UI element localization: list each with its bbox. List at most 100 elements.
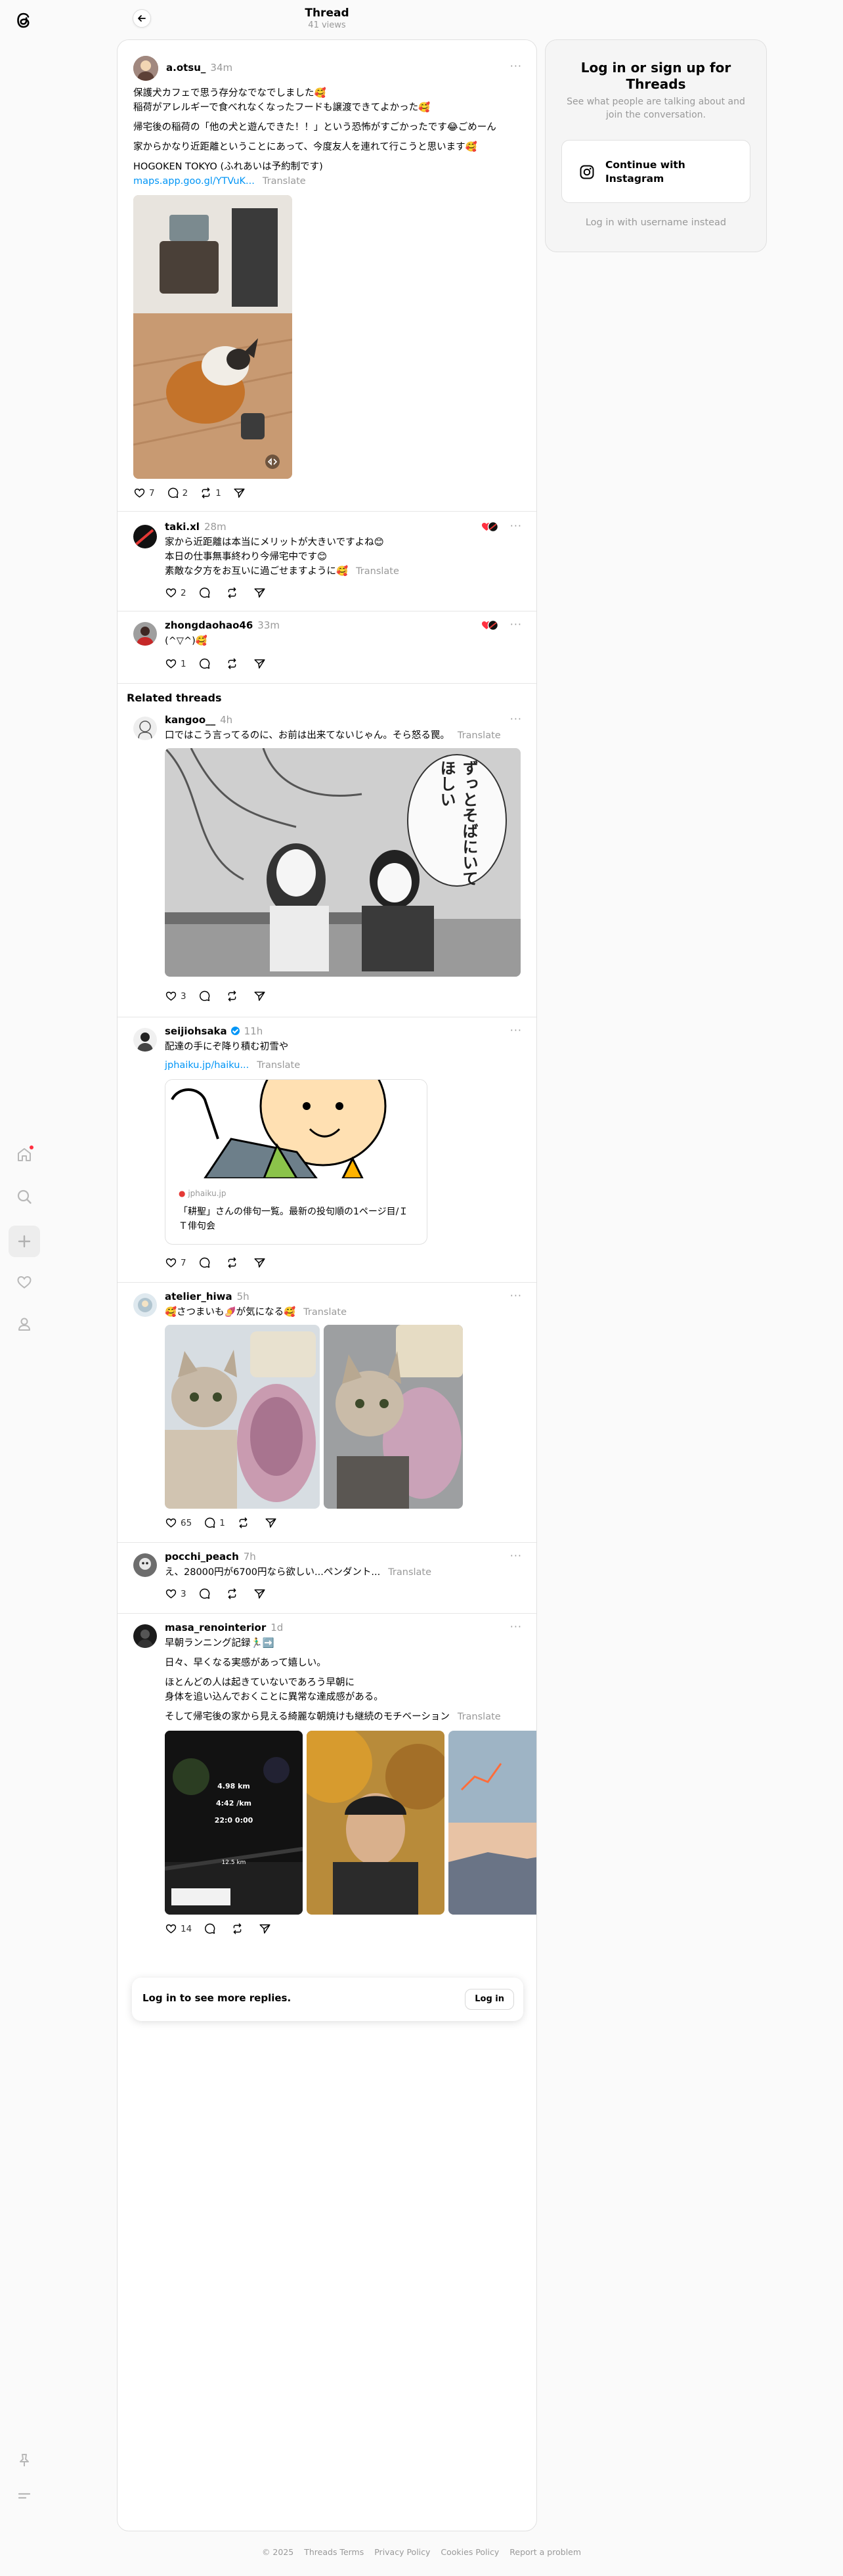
- post-author[interactable]: masa_renointerior 1d: [165, 1622, 283, 1633]
- reply-button[interactable]: [198, 587, 214, 599]
- post-author[interactable]: seijiohsaka 11h: [165, 1025, 263, 1037]
- reply-button[interactable]: [204, 1922, 219, 1935]
- send-icon: [254, 1258, 265, 1268]
- like-button[interactable]: 65: [165, 1517, 192, 1529]
- repost-button[interactable]: 1: [200, 487, 221, 499]
- nav-activity[interactable]: [9, 1266, 40, 1298]
- more-options-icon[interactable]: ···: [510, 520, 522, 532]
- username[interactable]: seijiohsaka: [165, 1025, 227, 1037]
- avatar[interactable]: [133, 622, 157, 646]
- username[interactable]: kangoo__: [165, 714, 215, 726]
- like-button[interactable]: 7: [165, 1256, 186, 1269]
- post-author[interactable]: zhongdaohao46 33m: [165, 619, 280, 631]
- more-options-icon[interactable]: ···: [510, 713, 522, 725]
- comment-icon: [205, 1517, 215, 1528]
- reply-button[interactable]: [198, 1256, 214, 1269]
- username[interactable]: masa_renointerior: [165, 1622, 266, 1633]
- more-options-icon[interactable]: ···: [510, 1549, 522, 1562]
- translate-link[interactable]: Translate: [458, 730, 501, 741]
- avatar[interactable]: [133, 717, 157, 740]
- footer-cookies-link[interactable]: Cookies Policy: [441, 2547, 499, 2557]
- post-author[interactable]: taki.xl 28m: [165, 521, 227, 533]
- avatar[interactable]: [133, 1293, 157, 1317]
- reply-button[interactable]: [198, 657, 214, 670]
- translate-link[interactable]: Translate: [263, 176, 306, 187]
- share-button[interactable]: [265, 1517, 280, 1529]
- heart-icon: [165, 991, 177, 1001]
- reply-button[interactable]: 2: [167, 487, 188, 499]
- login-with-username-link[interactable]: Log in with username instead: [546, 217, 766, 228]
- translate-link[interactable]: Translate: [458, 1712, 501, 1722]
- nav-profile[interactable]: [9, 1308, 40, 1340]
- reply-button[interactable]: [198, 1588, 214, 1600]
- post-photo-run-stats[interactable]: 4.98 km 4:42 /km 22:0 0:00 12.5 km: [165, 1731, 303, 1915]
- nav-pin[interactable]: [9, 2445, 40, 2476]
- share-button[interactable]: [259, 1922, 274, 1935]
- footer-report-link[interactable]: Report a problem: [509, 2547, 581, 2557]
- nav-home[interactable]: [9, 1139, 40, 1170]
- avatar[interactable]: [133, 525, 157, 548]
- nav-search[interactable]: [9, 1181, 40, 1212]
- footer-terms-link[interactable]: Threads Terms: [304, 2547, 364, 2557]
- post-photo-sunrise[interactable]: [448, 1731, 536, 1915]
- repost-button[interactable]: [226, 1256, 242, 1269]
- translate-link[interactable]: Translate: [303, 1307, 347, 1318]
- post-photo-dog[interactable]: [133, 195, 292, 479]
- threads-logo-icon[interactable]: [12, 9, 35, 32]
- share-button[interactable]: [253, 990, 269, 1002]
- username[interactable]: atelier_hiwa: [165, 1291, 232, 1302]
- like-button[interactable]: 3: [165, 990, 186, 1002]
- post-author[interactable]: atelier_hiwa 5h: [165, 1291, 249, 1302]
- username[interactable]: pocchi_peach: [165, 1551, 239, 1563]
- username[interactable]: zhongdaohao46: [165, 619, 253, 631]
- like-button[interactable]: 2: [165, 587, 186, 599]
- repost-button[interactable]: [237, 1517, 253, 1529]
- avatar[interactable]: [133, 1624, 157, 1648]
- like-button[interactable]: 3: [165, 1588, 186, 1600]
- reply-button[interactable]: [198, 990, 214, 1002]
- repost-button[interactable]: [226, 587, 242, 599]
- like-button[interactable]: 14: [165, 1922, 192, 1935]
- repost-button[interactable]: [226, 1588, 242, 1600]
- translate-link[interactable]: Translate: [356, 566, 399, 577]
- more-options-icon[interactable]: ···: [510, 1620, 522, 1633]
- translate-link[interactable]: Translate: [388, 1567, 431, 1578]
- repost-button[interactable]: [226, 990, 242, 1002]
- footer-privacy-link[interactable]: Privacy Policy: [374, 2547, 430, 2557]
- more-options-icon[interactable]: ···: [510, 1289, 522, 1302]
- share-button[interactable]: [233, 487, 249, 499]
- more-options-icon[interactable]: ···: [510, 60, 522, 72]
- login-button[interactable]: Log in: [465, 1989, 514, 2010]
- post-author[interactable]: kangoo__ 4h: [165, 714, 232, 726]
- username[interactable]: taki.xl: [165, 521, 200, 533]
- post-photo-cat-2[interactable]: [324, 1325, 463, 1509]
- post-author[interactable]: a.otsu_ 34m: [166, 62, 232, 74]
- post-photo-cat-1[interactable]: [165, 1325, 320, 1509]
- share-button[interactable]: [253, 587, 269, 599]
- username[interactable]: a.otsu_: [166, 62, 205, 74]
- share-button[interactable]: [253, 657, 269, 670]
- reply-button[interactable]: 1: [204, 1517, 225, 1529]
- like-button[interactable]: 7: [133, 487, 155, 499]
- more-options-icon[interactable]: ···: [510, 618, 522, 631]
- more-options-icon[interactable]: ···: [510, 1024, 522, 1036]
- post-link[interactable]: maps.app.goo.gl/YTVuK...: [133, 176, 255, 187]
- post-link-row: jphaiku.jp/haiku... Translate: [165, 1058, 300, 1073]
- post-photo-selfie[interactable]: [307, 1731, 444, 1915]
- avatar[interactable]: [133, 1028, 157, 1052]
- share-button[interactable]: [253, 1588, 269, 1600]
- post-author[interactable]: pocchi_peach 7h: [165, 1551, 256, 1563]
- avatar[interactable]: [133, 56, 158, 81]
- like-button[interactable]: 1: [165, 657, 186, 670]
- repost-button[interactable]: [226, 657, 242, 670]
- manga-image[interactable]: ずっとそばにいてほしい: [165, 748, 521, 977]
- nav-create[interactable]: [9, 1226, 40, 1257]
- repost-button[interactable]: [231, 1922, 247, 1935]
- continue-with-instagram-button[interactable]: Continue with Instagram: [561, 140, 750, 203]
- link-preview-card[interactable]: ● jphaiku.jp 「耕聖」さんの俳句一覧。最新の投句順の1ページ目/ＩＴ…: [165, 1079, 427, 1245]
- post-link[interactable]: jphaiku.jp/haiku...: [165, 1060, 249, 1071]
- avatar[interactable]: [133, 1553, 157, 1577]
- share-button[interactable]: [253, 1256, 269, 1269]
- nav-menu[interactable]: [9, 2480, 40, 2512]
- translate-link[interactable]: Translate: [257, 1060, 300, 1071]
